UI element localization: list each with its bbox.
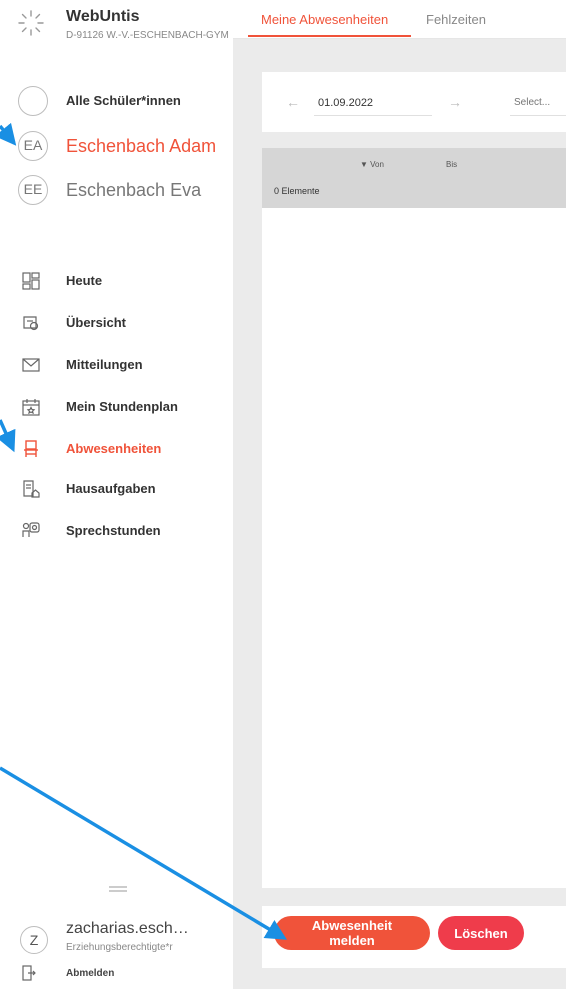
nav-label: Sprechstunden: [66, 523, 161, 538]
tab-fehlzeiten[interactable]: Fehlzeiten: [426, 12, 486, 27]
avatar: EA: [18, 131, 48, 161]
tab-bar: Meine Abwesenheiten Fehlzeiten: [233, 0, 566, 39]
table-header: ▼ Von Bis 0 Elemente: [262, 148, 566, 208]
webuntis-logo-icon: [18, 10, 44, 36]
action-bar: Abwesenheit melden Löschen: [262, 906, 566, 968]
sidebar-resize-handle[interactable]: [109, 886, 127, 892]
logout-icon: [22, 965, 36, 981]
mail-icon: [22, 358, 40, 372]
nav-item-sprechstunden[interactable]: Sprechstunden: [22, 520, 222, 542]
column-von[interactable]: ▼ Von: [360, 160, 384, 169]
overview-icon: [23, 316, 39, 331]
nav-label: Abwesenheiten: [66, 441, 162, 456]
nav-label: Mitteilungen: [66, 357, 143, 372]
student-label: Eschenbach Adam: [66, 136, 217, 156]
previous-date-arrow-icon[interactable]: ←: [286, 94, 300, 110]
absences-table: ▼ Von Bis 0 Elemente: [262, 148, 566, 888]
filter-bar: ← →: [262, 72, 566, 132]
app-title: WebUntis: [66, 8, 140, 25]
nav-item-stundenplan[interactable]: Mein Stundenplan: [22, 396, 222, 418]
logout-button[interactable]: Abmelden: [22, 962, 202, 984]
nav-label: Übersicht: [66, 315, 126, 330]
consultation-icon: [22, 522, 40, 537]
dashboard-icon: [22, 272, 40, 290]
main-content: Meine Abwesenheiten Fehlzeiten ← → ▼ Von…: [233, 0, 566, 989]
nav-item-mitteilungen[interactable]: Mitteilungen: [22, 354, 222, 376]
select-input[interactable]: [510, 84, 566, 116]
avatar: [18, 86, 48, 116]
student-label: Alle Schüler*innen: [66, 93, 181, 108]
student-eschenbach-eva[interactable]: EE Eschenbach Eva: [18, 175, 233, 207]
homework-icon: [23, 480, 40, 498]
element-count: 0 Elemente: [274, 186, 320, 196]
next-date-arrow-icon[interactable]: →: [448, 94, 462, 110]
delete-button[interactable]: Löschen: [438, 916, 524, 950]
sidebar: WebUntis D-91126 W.-V.-ESCHENBACH-GYM Al…: [0, 0, 233, 989]
active-tab-indicator: [248, 35, 411, 37]
logout-label: Abmelden: [66, 968, 115, 979]
nav-label: Hausaufgaben: [66, 481, 156, 496]
date-field[interactable]: [314, 84, 432, 116]
nav-label: Heute: [66, 273, 103, 288]
user-name[interactable]: zacharias.esch…: [66, 920, 189, 938]
student-eschenbach-adam[interactable]: EA Eschenbach Adam: [18, 131, 233, 163]
tab-meine-abwesenheiten[interactable]: Meine Abwesenheiten: [261, 12, 388, 27]
column-bis[interactable]: Bis: [446, 160, 457, 169]
user-role: Erziehungsberechtigte*r: [66, 942, 173, 953]
nav-label: Mein Stundenplan: [66, 399, 178, 414]
nav-item-abwesenheiten[interactable]: Abwesenheiten: [22, 438, 222, 460]
user-avatar[interactable]: Z: [20, 926, 48, 954]
nav-item-uebersicht[interactable]: Übersicht: [22, 312, 222, 334]
student-label: Eschenbach Eva: [66, 180, 202, 200]
nav-item-hausaufgaben[interactable]: Hausaufgaben: [22, 478, 222, 500]
nav-item-heute[interactable]: Heute: [22, 270, 222, 292]
sort-down-icon: ▼: [360, 160, 371, 169]
chair-icon: [24, 440, 38, 457]
student-all[interactable]: Alle Schüler*innen: [18, 86, 233, 118]
school-name: D-91126 W.-V.-ESCHENBACH-GYM: [66, 30, 229, 41]
calendar-icon: [22, 399, 40, 416]
report-absence-button[interactable]: Abwesenheit melden: [274, 916, 430, 950]
avatar: EE: [18, 175, 48, 205]
